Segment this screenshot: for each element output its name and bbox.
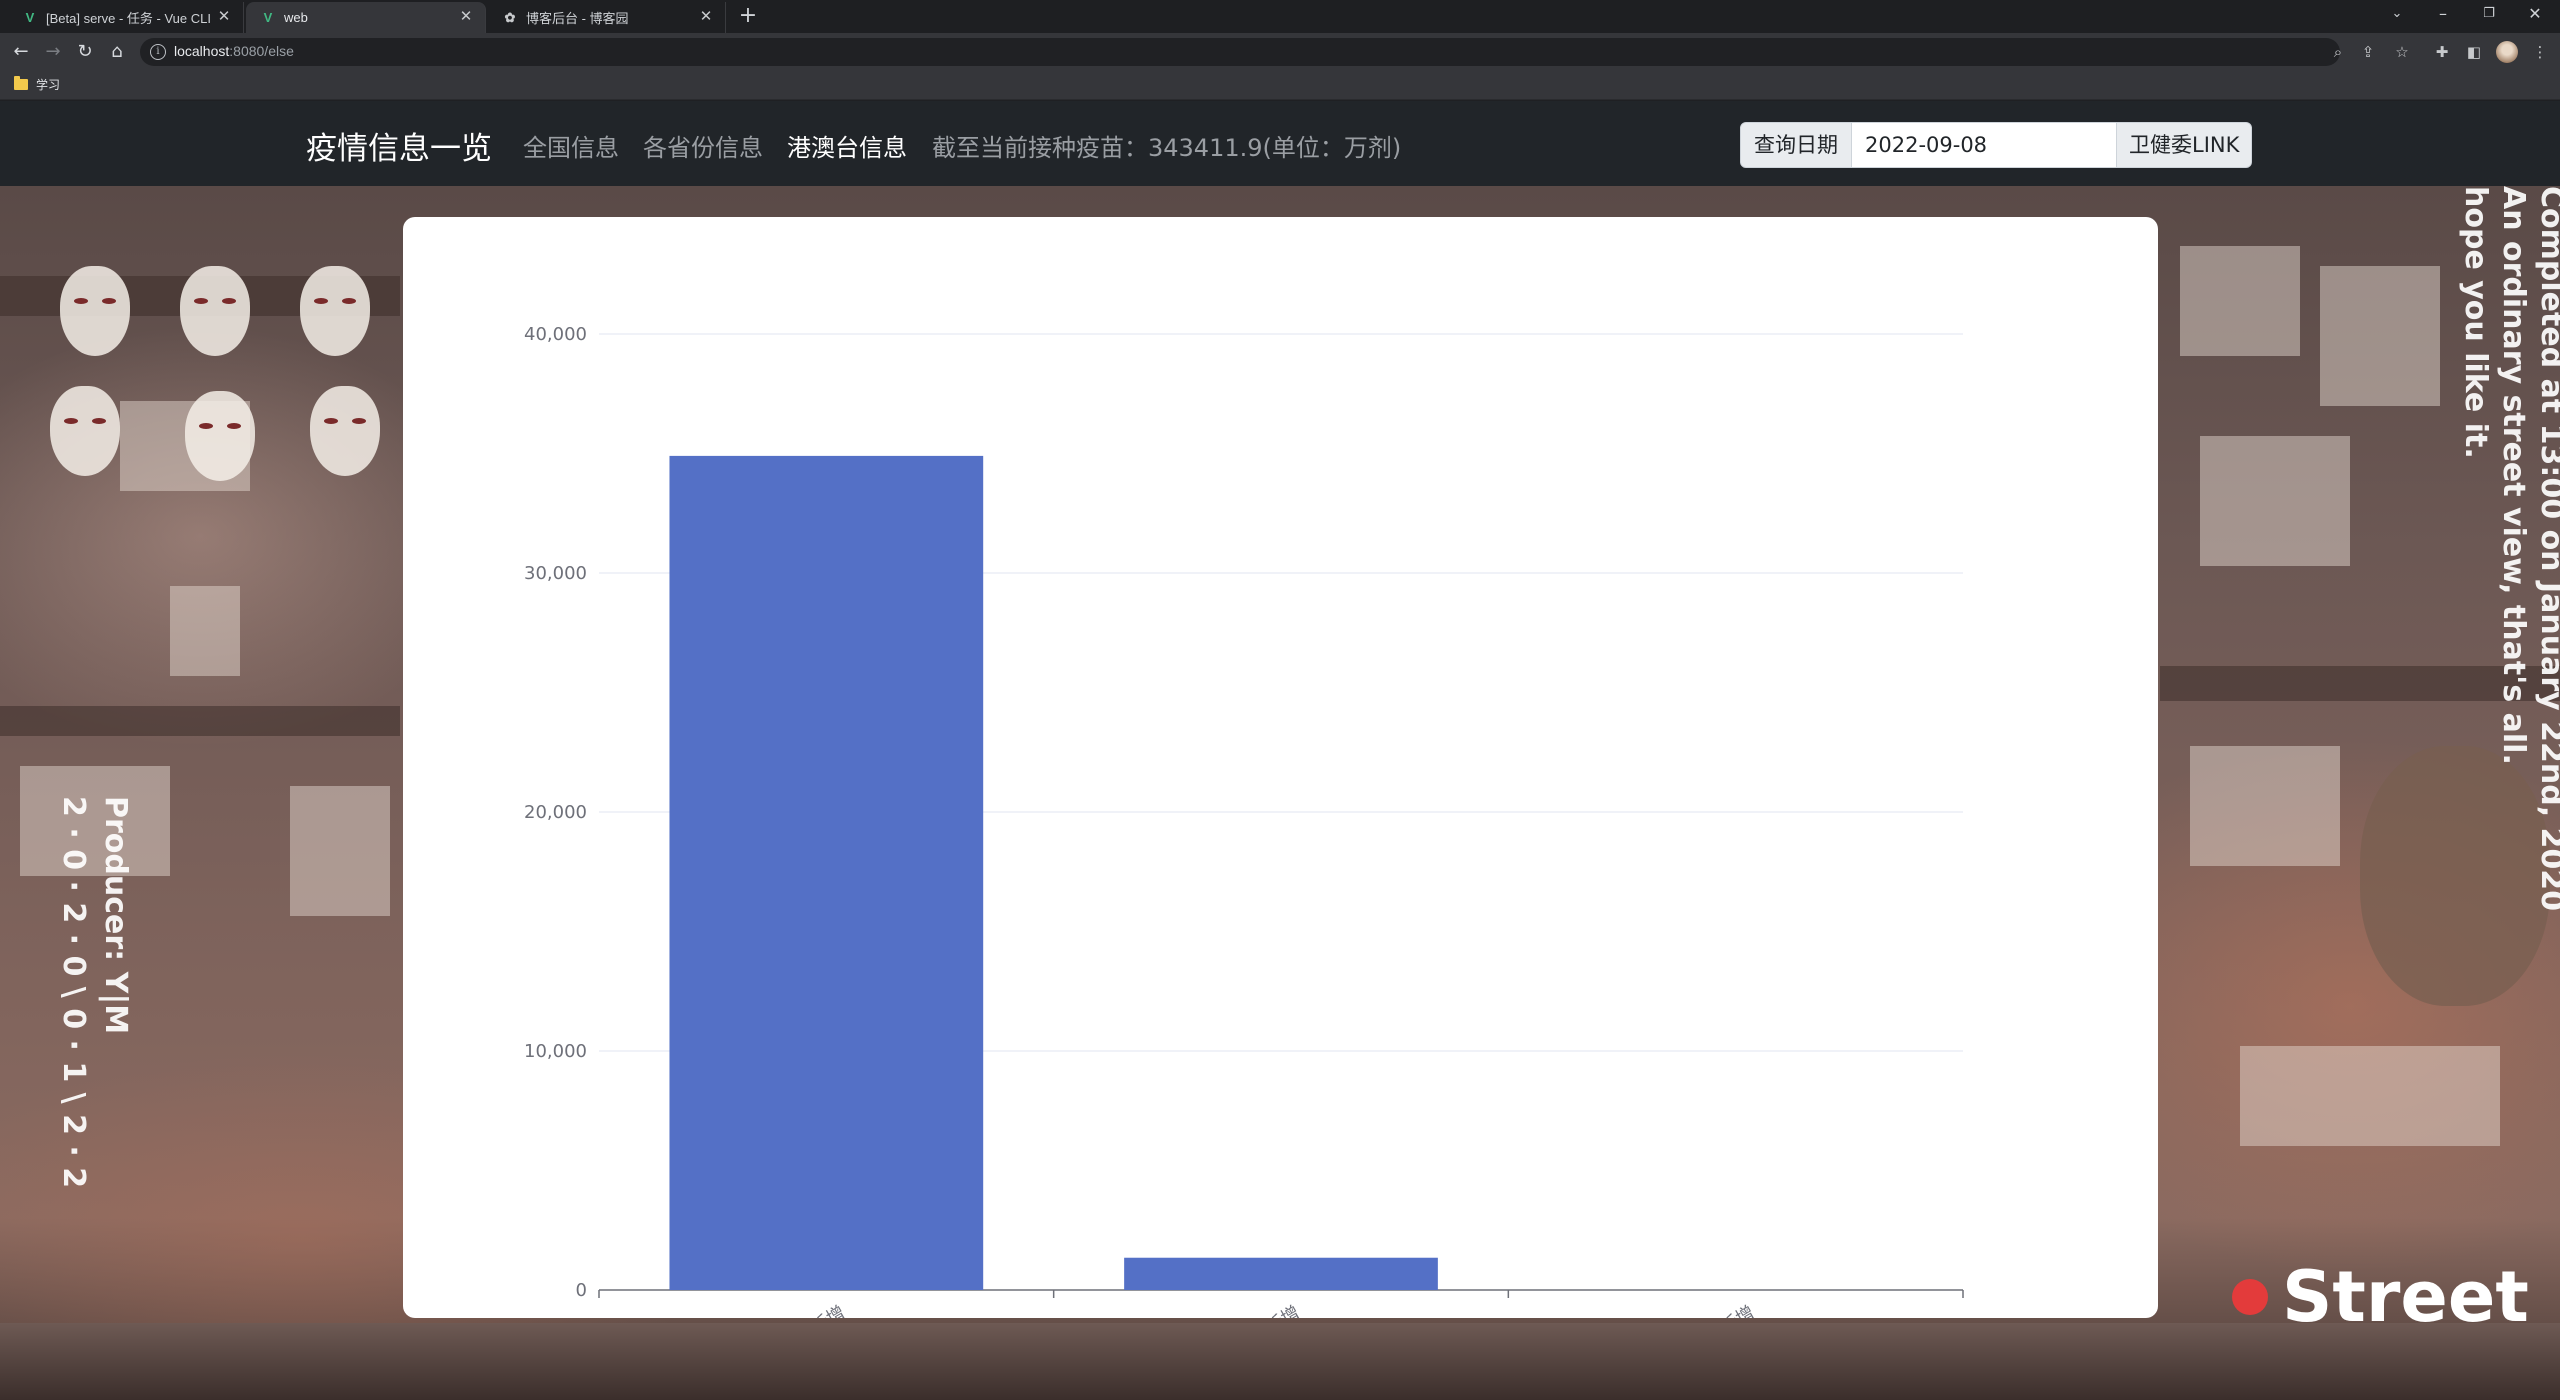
bar xyxy=(1124,1257,1438,1290)
zoom-icon[interactable]: ⌕ xyxy=(2328,42,2348,62)
x-tick-label: 香港当日新增 xyxy=(1199,1302,1303,1318)
y-tick-label: 0 xyxy=(576,1280,587,1301)
home-icon[interactable]: ⌂ xyxy=(104,39,130,65)
browser-tab-cnblogs[interactable]: ✿ 博客后台 - 博客园 ✕ xyxy=(488,2,726,33)
page: Completed at 13:00 on January 22nd, 2020… xyxy=(0,101,2560,1400)
nav-national-info[interactable]: 全国信息 xyxy=(523,128,619,163)
tab-title: web xyxy=(284,10,308,25)
x-tick-label: 台湾当日新增 xyxy=(745,1302,849,1318)
tab-search-icon[interactable]: ⌄ xyxy=(2374,0,2420,30)
browser-tab-web[interactable]: V web ✕ xyxy=(246,2,486,33)
profile-avatar[interactable] xyxy=(2496,41,2518,63)
site-info-icon[interactable]: i xyxy=(150,44,166,60)
y-tick-label: 10,000 xyxy=(524,1041,587,1062)
vaccine-total-text: 截至当前接种疫苗：343411.9(单位：万剂) xyxy=(932,134,1402,162)
bookmark-folder[interactable]: 学习 xyxy=(14,76,60,93)
y-tick-label: 20,000 xyxy=(524,802,587,823)
reload-icon[interactable]: ↻ xyxy=(72,39,98,65)
background-footer xyxy=(0,1323,2560,1400)
side-panel-icon[interactable]: ◧ xyxy=(2464,42,2484,62)
top-navbar: 疫情信息一览 全国信息 各省份信息 港澳台信息 截至当前接种疫苗：343411.… xyxy=(0,101,2560,186)
menu-icon[interactable]: ⋮ xyxy=(2530,42,2550,62)
cnblogs-icon: ✿ xyxy=(504,10,516,25)
query-date-input[interactable]: 2022-09-08 xyxy=(1852,122,2117,168)
query-date-label: 查询日期 xyxy=(1740,122,1852,168)
tab-title: [Beta] serve - 任务 - Vue CLI xyxy=(46,11,211,26)
bookmarks-bar: 学习 xyxy=(0,70,2560,100)
address-bar[interactable]: i localhost:8080/else xyxy=(140,38,2340,66)
bar xyxy=(669,455,984,1290)
url-text: localhost:8080/else xyxy=(174,43,294,59)
date-query-form: 查询日期 2022-09-08 卫健委LINK xyxy=(1740,122,2253,168)
browser-tab-vue-cli[interactable]: V [Beta] serve - 任务 - Vue CLI ✕ xyxy=(8,2,244,33)
forward-icon[interactable]: → xyxy=(40,39,66,65)
new-tab-button[interactable]: + xyxy=(736,4,760,28)
bookmark-star-icon[interactable]: ☆ xyxy=(2392,42,2412,62)
restore-icon[interactable]: ❐ xyxy=(2466,0,2512,30)
background-caption-left: Producer: Y|M 2 · 0 · 2 · 0 \ 0 · 1 \ 2 … xyxy=(56,796,133,1189)
browser-tab-strip: V [Beta] serve - 任务 - Vue CLI ✕ V web ✕ … xyxy=(0,0,2560,33)
nav-hk-macao-taiwan-info[interactable]: 港澳台信息 xyxy=(787,128,907,163)
browser-toolbar: ← → ↻ ⌂ i localhost:8080/else ⌕ ⇪ ☆ ✚ ◧ … xyxy=(0,33,2560,70)
extensions-icon[interactable]: ✚ xyxy=(2432,42,2452,62)
y-tick-label: 40,000 xyxy=(524,324,587,345)
vue-icon: V xyxy=(25,10,35,25)
share-icon[interactable]: ⇪ xyxy=(2358,42,2378,62)
window-close-icon[interactable]: ✕ xyxy=(2512,0,2558,30)
red-dot-icon xyxy=(2232,1279,2268,1315)
bar-chart: 0 10,000 20,000 30,000 40,000 台湾当日新增 香港当日新增 澳门当… xyxy=(524,324,1964,1318)
tab-title: 博客后台 - 博客园 xyxy=(526,11,629,26)
close-icon[interactable]: ✕ xyxy=(457,8,475,26)
background-caption-right: Completed at 13:00 on January 22nd, 2020… xyxy=(2458,186,2560,912)
close-icon[interactable]: ✕ xyxy=(215,8,233,26)
x-tick-label: 澳门当日新增 xyxy=(1654,1302,1758,1318)
site-title[interactable]: 疫情信息一览 xyxy=(306,123,492,168)
chart-card: 0 10,000 20,000 30,000 40,000 台湾当日新增 香港当日新增 澳门当… xyxy=(403,217,2158,1318)
bookmark-label: 学习 xyxy=(36,78,61,92)
y-tick-label: 30,000 xyxy=(524,563,587,584)
back-icon[interactable]: ← xyxy=(8,39,34,65)
minimize-icon[interactable]: – xyxy=(2420,0,2466,30)
folder-icon xyxy=(14,76,28,90)
close-icon[interactable]: ✕ xyxy=(697,8,715,26)
vue-icon: V xyxy=(263,10,273,25)
nav-province-info[interactable]: 各省份信息 xyxy=(643,128,763,163)
nhc-link-button[interactable]: 卫健委LINK xyxy=(2117,122,2253,168)
